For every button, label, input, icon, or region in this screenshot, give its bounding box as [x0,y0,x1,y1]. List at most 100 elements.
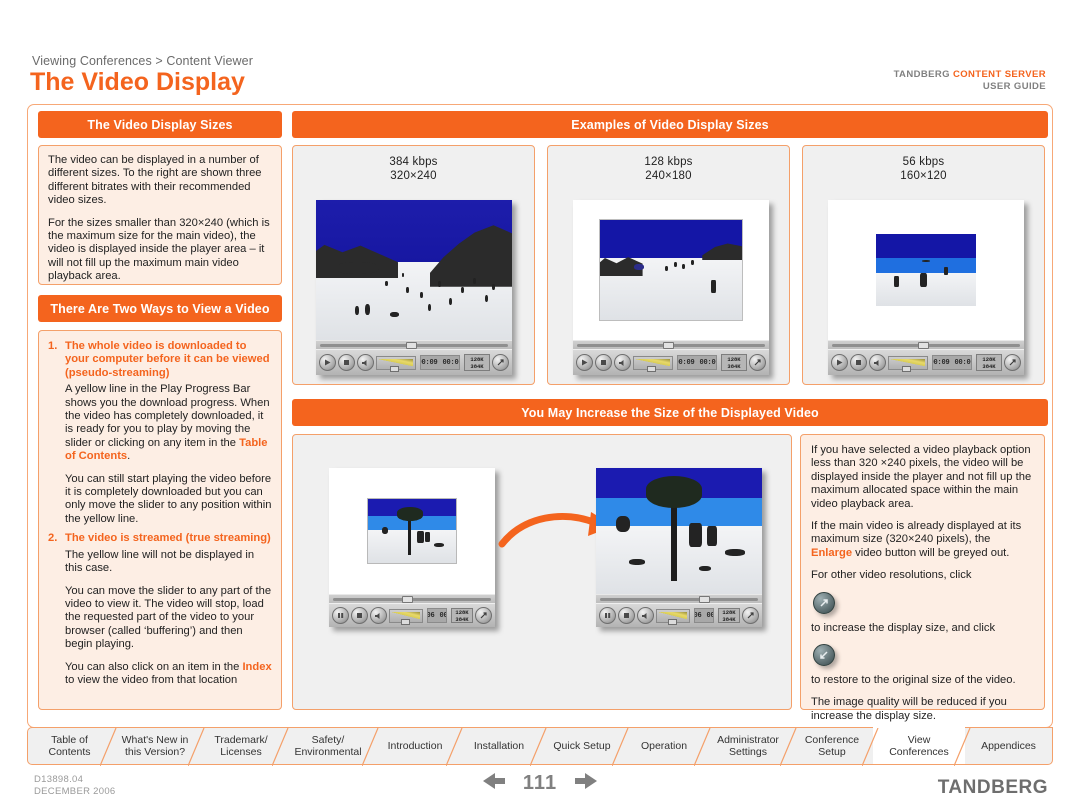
before-player-progress-bar[interactable] [329,594,495,603]
panel-video-display-sizes: The video can be displayed in a number o… [38,145,282,285]
two-ways-item-2: 2. The video is streamed (true streaming… [48,532,272,545]
breadcrumb: Viewing Conferences > Content Viewer [32,54,253,68]
tab-installation[interactable]: Installation [457,727,547,766]
example-card-2-caption: 128 kbps 240×180 [548,146,789,183]
volume-slider[interactable] [633,355,673,372]
tree-scene-large [596,468,762,594]
volume-slider[interactable] [389,608,423,625]
player-3-controls: 00:00:09 00:00:24 128K 384K [828,349,1024,375]
next-page-arrow-icon[interactable] [571,772,599,795]
tab-label-line2: Setup [818,746,846,758]
player-3-progress-bar[interactable] [828,340,1024,349]
play-button[interactable] [831,354,848,371]
example-card-2-bitrate: 128 kbps [644,156,693,168]
two-ways-item-1-body: A yellow line in the Play Progress Bar s… [65,383,272,526]
tab-administrator-settings[interactable]: Administrator Settings [705,727,797,766]
tab-label-line2: Contents [48,746,91,758]
after-player-progress-bar[interactable] [596,594,762,603]
stop-button[interactable] [338,354,355,371]
tab-appendices[interactable]: Appendices [965,727,1053,765]
pause-button[interactable] [332,607,349,624]
volume-icon[interactable] [614,354,631,371]
tab-quick-setup[interactable]: Quick Setup [541,727,629,766]
player-3-timecode: 00:00:09 00:00:24 [932,355,972,370]
before-player-bitrate-badge[interactable]: 128K 384K [451,608,473,623]
player-1-progress-bar[interactable] [316,340,512,349]
stop-button[interactable] [351,607,368,624]
player-1-bitrate-bottom: 384K [470,362,484,370]
ski-slope-scene-2 [599,219,743,321]
video-player-128kbps[interactable]: 00:00:09 00:00:24 128K 384K [573,200,769,375]
tab-introduction[interactable]: Introduction [373,727,463,766]
before-player-time-current: 00:01:06 [427,611,435,620]
play-button[interactable] [319,354,336,371]
link-index[interactable]: Index [242,661,271,673]
enlarge-video-icon[interactable] [475,607,492,624]
enlarge-button-icon[interactable] [813,591,835,614]
player-2-bitrate-badge[interactable]: 128K 384K [721,354,747,371]
before-player-screen [329,468,495,594]
increase-paragraph-2: If the main video is already displayed a… [811,520,1034,560]
volume-icon[interactable] [370,607,387,624]
player-3-bitrate-bottom: 384K [982,362,996,370]
enlarge-video-icon[interactable] [492,354,509,371]
volume-slider[interactable] [888,355,928,372]
previous-page-arrow-icon[interactable] [481,772,509,795]
tab-operation[interactable]: Operation [623,727,711,766]
item2-p3-text: You can also click on an item in the [65,660,243,673]
player-1-progress-thumb[interactable] [406,342,418,349]
before-player-bitrate-top: 128K [455,608,469,616]
volume-icon[interactable] [637,607,654,624]
tab-label-line2: this Version? [124,746,186,758]
after-player-bitrate-badge[interactable]: 128K 384K [718,608,740,623]
player-1-time-total: 00:00:24 [442,358,460,367]
video-player-56kbps[interactable]: 00:00:09 00:00:24 128K 384K [828,200,1024,375]
increase-p2-a: If the main video is already displayed a… [811,520,1022,546]
restore-button-icon[interactable] [813,644,835,667]
after-player-progress-thumb[interactable] [698,596,710,603]
enlarge-video-icon[interactable] [742,607,759,624]
tab-table-of-contents[interactable]: Table of Contents [27,727,117,766]
player-3-progress-thumb[interactable] [918,342,930,349]
tab-label-line1: Appendices [981,739,1036,752]
tab-view-conferences[interactable]: View Conferences [873,727,971,766]
video-player-before-enlarge[interactable]: 00:01:06 00:02:32 128K 384K [329,468,495,627]
tab-safety-environmental[interactable]: Safety/ Environmental [283,727,379,766]
player-1-bitrate-badge[interactable]: 128K 384K [464,354,490,371]
increase-p2-b: video button will be greyed out. [852,546,1010,559]
player-2-progress-bar[interactable] [573,340,769,349]
increase-paragraph-4: to increase the display size, and click [811,621,996,634]
before-player-progress-thumb[interactable] [402,596,414,603]
player-2-bitrate-bottom: 384K [727,362,741,370]
volume-slider[interactable] [376,355,416,372]
brand-subtitle: USER GUIDE [982,81,1046,92]
after-player-time-current: 00:01:06 [694,611,702,620]
player-3-screen [828,200,1024,340]
stop-button[interactable] [618,607,635,624]
video-player-384kbps[interactable]: 00:00:09 00:00:24 128K 384K [316,200,512,375]
player-3-bitrate-badge[interactable]: 128K 384K [976,354,1002,371]
brand-accent: CONTENT SERVER [952,69,1046,80]
player-2-screen [573,200,769,340]
play-button[interactable] [576,354,593,371]
pause-button[interactable] [599,607,616,624]
tab-label-line1: Table of [51,733,88,746]
video-player-after-enlarge[interactable]: 00:01:06 00:02:32 128K 384K [596,468,762,627]
example-card-3-resolution: 160×120 [900,170,947,182]
link-enlarge[interactable]: Enlarge [811,547,852,559]
tab-whats-new[interactable]: What's New in this Version? [111,727,205,766]
tab-conference-setup[interactable]: Conference Setup [791,727,879,766]
stop-button[interactable] [850,354,867,371]
before-player-time-total: 00:02:32 [439,611,447,620]
volume-slider[interactable] [656,608,690,625]
player-2-progress-thumb[interactable] [663,342,675,349]
enlarge-video-icon[interactable] [749,354,766,371]
stop-button[interactable] [595,354,612,371]
section-heading-increase-size: You May Increase the Size of the Display… [292,399,1048,426]
volume-icon[interactable] [357,354,374,371]
after-player-bitrate-bottom: 384K [722,615,736,623]
enlarge-video-icon[interactable] [1004,354,1021,371]
player-1-controls: 00:00:09 00:00:24 128K 384K [316,349,512,375]
tab-trademark-licenses[interactable]: Trademark/ Licenses [199,727,289,766]
volume-icon[interactable] [869,354,886,371]
